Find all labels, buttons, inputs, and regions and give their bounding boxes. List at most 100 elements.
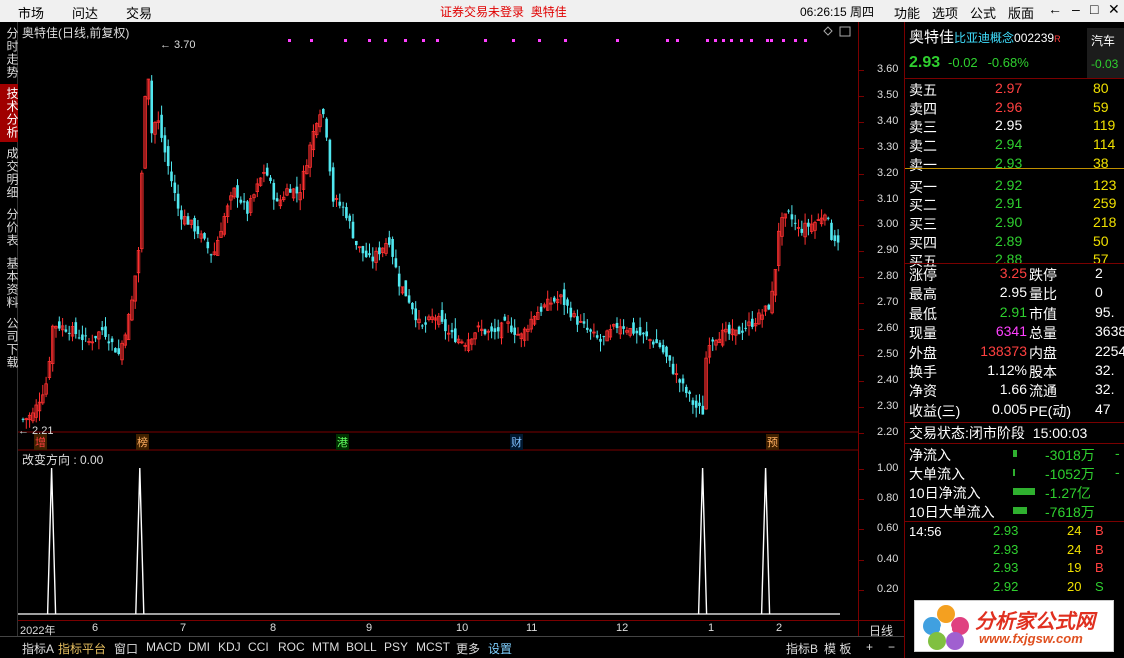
tab-template[interactable]: 模 板 <box>824 640 851 657</box>
menu-trade[interactable]: 交易 <box>126 3 152 22</box>
current-price: 2.93 <box>909 54 941 71</box>
candle-body-down <box>21 418 25 420</box>
tick-time: 14:56 <box>909 524 942 539</box>
bid-row[interactable]: 买二 2.91 259 <box>909 195 1123 214</box>
diamond-icon[interactable] <box>823 26 833 36</box>
candle-body-down <box>800 228 804 233</box>
concept-tag[interactable]: 比亚迪概念 <box>954 31 1014 45</box>
flow-value: -1052万 <box>1045 466 1095 482</box>
back-icon[interactable]: ← <box>1048 1 1062 17</box>
flow-bar <box>1013 488 1035 495</box>
candle-body-down <box>100 327 104 331</box>
tick-row: 2.93 24 B <box>909 542 1123 561</box>
watermark-url: www.fxjgsw.com <box>979 631 1083 646</box>
candle-body-down <box>289 188 292 193</box>
panel-toggle-icon[interactable] <box>839 26 851 37</box>
candle-body-down <box>84 335 87 337</box>
tab-mtm[interactable]: MTM <box>312 640 339 654</box>
ask-row[interactable]: 卖一 2.93 38 <box>909 155 1123 174</box>
bid-row[interactable]: 买四 2.89 50 <box>909 233 1123 252</box>
tab-psy[interactable]: PSY <box>384 640 408 654</box>
tab-settings[interactable]: 设置 <box>488 640 512 657</box>
date-label: 6 <box>92 622 99 634</box>
tab-more[interactable]: 更多 <box>456 640 480 657</box>
tab-company-download[interactable]: 公司下载 <box>0 314 19 372</box>
trade-status: 交易状态:闭市阶段 15:00:03 <box>909 425 1088 441</box>
stat-label: 收益(三) <box>909 402 961 419</box>
stat-label: 换手 <box>909 364 937 380</box>
tab-indicator-b[interactable]: 指标B <box>786 640 818 657</box>
menu-wenda[interactable]: 问达 <box>72 3 98 22</box>
ask-row[interactable]: 卖四 2.96 59 <box>909 99 1123 118</box>
candle-body-down <box>269 177 272 182</box>
menu-options[interactable]: 选项 <box>932 3 958 22</box>
close-icon[interactable]: ✕ <box>1108 1 1120 18</box>
event-label-bang[interactable]: 榜 <box>136 434 149 450</box>
stock-code: 002239 <box>1014 31 1055 45</box>
tab-macd[interactable]: MACD <box>146 640 181 654</box>
tab-cci[interactable]: CCI <box>248 640 269 654</box>
price-tick: 3.30 <box>877 140 899 153</box>
level-volume: 218 <box>1093 213 1117 230</box>
menu-formula[interactable]: 公式 <box>970 3 996 22</box>
zoom-out-button[interactable]: − <box>888 640 895 654</box>
date-label: 10 <box>456 622 469 634</box>
tab-mcst[interactable]: MCST <box>416 640 450 654</box>
chart-area[interactable]: ← 3.70 ← 2.21 <box>18 22 858 620</box>
candlestick-chart[interactable]: ← 3.70← 2.21 <box>18 22 858 620</box>
tab-technical-analysis[interactable]: 技术分析 <box>0 84 19 142</box>
bid-row[interactable]: 买一 2.92 123 <box>909 177 1123 196</box>
level-volume: 80 <box>1093 80 1109 96</box>
sector-change: -0.03 <box>1091 57 1119 71</box>
signal-marker <box>770 39 773 42</box>
event-label-zeng[interactable]: 增 <box>34 434 47 450</box>
tab-trade-details[interactable]: 成交明细 <box>0 144 19 202</box>
tab-intraday[interactable]: 分时走势 <box>0 24 19 82</box>
tab-basic-info[interactable]: 基本资料 <box>0 254 19 312</box>
candle-body-down <box>117 348 120 355</box>
sector-box[interactable]: 汽车 -0.03 <box>1087 28 1124 78</box>
signal-marker <box>310 39 313 42</box>
candle-body-down <box>688 391 691 395</box>
tab-boll[interactable]: BOLL <box>346 640 377 654</box>
candle-body-down <box>265 167 269 176</box>
zoom-in-button[interactable]: + <box>866 640 873 654</box>
candle-body-down <box>655 339 658 344</box>
maximize-icon[interactable]: □ <box>1090 1 1098 17</box>
candle-body-down <box>193 218 196 232</box>
tab-roc[interactable]: ROC <box>278 640 305 654</box>
tab-dmi[interactable]: DMI <box>188 640 210 654</box>
event-label-yu[interactable]: 预 <box>766 434 779 450</box>
level-price: 2.97 <box>995 80 1023 96</box>
minimize-icon[interactable]: – <box>1072 1 1080 17</box>
tab-indicator-a[interactable]: 指标A <box>22 640 54 657</box>
candle-body-down <box>94 335 97 339</box>
stat-row: 最高 2.95 量比 0 <box>909 284 1123 303</box>
tab-price-table[interactable]: 分价表 <box>0 204 19 250</box>
period-selector[interactable]: 日线 <box>858 620 904 638</box>
bid-row[interactable]: 买三 2.90 218 <box>909 214 1123 233</box>
menu-market[interactable]: 市场 <box>18 3 44 22</box>
candle-body-down <box>681 378 685 384</box>
event-label-cai[interactable]: 财 <box>510 434 523 450</box>
indicator-tick: 0.20 <box>877 582 899 595</box>
tab-kdj[interactable]: KDJ <box>218 640 241 654</box>
candle-body-down <box>58 321 61 329</box>
candle-body-down <box>67 332 71 334</box>
candle-body-down <box>830 222 833 240</box>
tab-window[interactable]: 窗口 <box>114 640 138 657</box>
candle-body-down <box>74 322 78 335</box>
date-label: 12 <box>616 622 629 634</box>
ask-row[interactable]: 卖二 2.94 114 <box>909 136 1123 155</box>
candle-body-down <box>364 250 368 258</box>
candle-body-down <box>355 240 358 246</box>
menu-function[interactable]: 功能 <box>894 3 920 22</box>
level-price: 2.91 <box>995 195 1023 212</box>
event-label-gang[interactable]: 港 <box>336 434 349 450</box>
menu-bar: 市场 问达 交易 证券交易未登录 奥特佳 06:26:15 周四 功能 选项 公… <box>0 0 1124 22</box>
tab-indicator-platform[interactable]: 指标平台 <box>58 640 106 657</box>
ask-row[interactable]: 卖五 2.97 80 <box>909 80 1123 99</box>
candle-body-down <box>652 341 655 345</box>
ask-row[interactable]: 卖三 2.95 119 <box>909 117 1123 136</box>
menu-layout[interactable]: 版面 <box>1008 3 1034 22</box>
